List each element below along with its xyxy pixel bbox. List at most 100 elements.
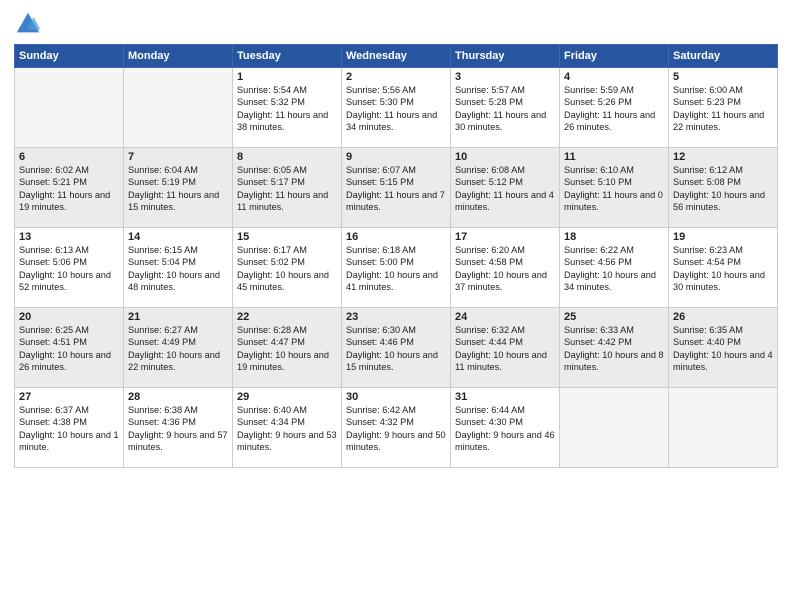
day-cell: 5Sunrise: 6:00 AMSunset: 5:23 PMDaylight… xyxy=(669,68,778,148)
day-info: Sunrise: 6:10 AMSunset: 5:10 PMDaylight:… xyxy=(564,164,664,214)
day-number: 29 xyxy=(237,391,337,403)
day-cell: 19Sunrise: 6:23 AMSunset: 4:54 PMDayligh… xyxy=(669,228,778,308)
day-cell: 8Sunrise: 6:05 AMSunset: 5:17 PMDaylight… xyxy=(233,148,342,228)
day-number: 13 xyxy=(19,231,119,243)
day-info: Sunrise: 6:27 AMSunset: 4:49 PMDaylight:… xyxy=(128,324,228,374)
logo-icon xyxy=(14,10,42,38)
day-number: 7 xyxy=(128,151,228,163)
day-info: Sunrise: 6:20 AMSunset: 4:58 PMDaylight:… xyxy=(455,244,555,294)
day-info: Sunrise: 5:56 AMSunset: 5:30 PMDaylight:… xyxy=(346,84,446,134)
day-info: Sunrise: 6:22 AMSunset: 4:56 PMDaylight:… xyxy=(564,244,664,294)
day-info: Sunrise: 6:00 AMSunset: 5:23 PMDaylight:… xyxy=(673,84,773,134)
day-number: 14 xyxy=(128,231,228,243)
day-info: Sunrise: 6:37 AMSunset: 4:38 PMDaylight:… xyxy=(19,404,119,454)
weekday-header-friday: Friday xyxy=(560,45,669,68)
day-number: 30 xyxy=(346,391,446,403)
day-number: 17 xyxy=(455,231,555,243)
day-number: 26 xyxy=(673,311,773,323)
day-info: Sunrise: 6:35 AMSunset: 4:40 PMDaylight:… xyxy=(673,324,773,374)
day-cell xyxy=(669,388,778,468)
day-number: 6 xyxy=(19,151,119,163)
day-cell: 14Sunrise: 6:15 AMSunset: 5:04 PMDayligh… xyxy=(124,228,233,308)
day-number: 19 xyxy=(673,231,773,243)
day-cell: 27Sunrise: 6:37 AMSunset: 4:38 PMDayligh… xyxy=(15,388,124,468)
day-cell: 15Sunrise: 6:17 AMSunset: 5:02 PMDayligh… xyxy=(233,228,342,308)
day-info: Sunrise: 6:42 AMSunset: 4:32 PMDaylight:… xyxy=(346,404,446,454)
calendar-table: SundayMondayTuesdayWednesdayThursdayFrid… xyxy=(14,44,778,468)
day-cell xyxy=(124,68,233,148)
weekday-header-row: SundayMondayTuesdayWednesdayThursdayFrid… xyxy=(15,45,778,68)
day-cell: 30Sunrise: 6:42 AMSunset: 4:32 PMDayligh… xyxy=(342,388,451,468)
day-cell: 6Sunrise: 6:02 AMSunset: 5:21 PMDaylight… xyxy=(15,148,124,228)
day-info: Sunrise: 6:17 AMSunset: 5:02 PMDaylight:… xyxy=(237,244,337,294)
day-cell: 21Sunrise: 6:27 AMSunset: 4:49 PMDayligh… xyxy=(124,308,233,388)
week-row-5: 27Sunrise: 6:37 AMSunset: 4:38 PMDayligh… xyxy=(15,388,778,468)
day-info: Sunrise: 6:28 AMSunset: 4:47 PMDaylight:… xyxy=(237,324,337,374)
day-info: Sunrise: 5:54 AMSunset: 5:32 PMDaylight:… xyxy=(237,84,337,134)
weekday-header-thursday: Thursday xyxy=(451,45,560,68)
calendar-page: SundayMondayTuesdayWednesdayThursdayFrid… xyxy=(0,0,792,612)
day-cell: 23Sunrise: 6:30 AMSunset: 4:46 PMDayligh… xyxy=(342,308,451,388)
day-info: Sunrise: 6:05 AMSunset: 5:17 PMDaylight:… xyxy=(237,164,337,214)
day-number: 28 xyxy=(128,391,228,403)
day-info: Sunrise: 6:13 AMSunset: 5:06 PMDaylight:… xyxy=(19,244,119,294)
day-cell: 9Sunrise: 6:07 AMSunset: 5:15 PMDaylight… xyxy=(342,148,451,228)
day-number: 5 xyxy=(673,71,773,83)
day-number: 3 xyxy=(455,71,555,83)
week-row-4: 20Sunrise: 6:25 AMSunset: 4:51 PMDayligh… xyxy=(15,308,778,388)
day-info: Sunrise: 6:02 AMSunset: 5:21 PMDaylight:… xyxy=(19,164,119,214)
day-number: 1 xyxy=(237,71,337,83)
day-cell: 22Sunrise: 6:28 AMSunset: 4:47 PMDayligh… xyxy=(233,308,342,388)
weekday-header-monday: Monday xyxy=(124,45,233,68)
weekday-header-sunday: Sunday xyxy=(15,45,124,68)
day-number: 27 xyxy=(19,391,119,403)
day-cell: 28Sunrise: 6:38 AMSunset: 4:36 PMDayligh… xyxy=(124,388,233,468)
day-cell: 26Sunrise: 6:35 AMSunset: 4:40 PMDayligh… xyxy=(669,308,778,388)
day-info: Sunrise: 6:32 AMSunset: 4:44 PMDaylight:… xyxy=(455,324,555,374)
logo xyxy=(14,10,44,38)
day-cell: 7Sunrise: 6:04 AMSunset: 5:19 PMDaylight… xyxy=(124,148,233,228)
day-cell xyxy=(15,68,124,148)
day-cell: 3Sunrise: 5:57 AMSunset: 5:28 PMDaylight… xyxy=(451,68,560,148)
day-cell: 12Sunrise: 6:12 AMSunset: 5:08 PMDayligh… xyxy=(669,148,778,228)
week-row-3: 13Sunrise: 6:13 AMSunset: 5:06 PMDayligh… xyxy=(15,228,778,308)
day-cell: 2Sunrise: 5:56 AMSunset: 5:30 PMDaylight… xyxy=(342,68,451,148)
day-number: 4 xyxy=(564,71,664,83)
day-number: 2 xyxy=(346,71,446,83)
day-cell: 31Sunrise: 6:44 AMSunset: 4:30 PMDayligh… xyxy=(451,388,560,468)
page-header xyxy=(14,10,778,38)
day-number: 22 xyxy=(237,311,337,323)
day-number: 18 xyxy=(564,231,664,243)
day-number: 12 xyxy=(673,151,773,163)
day-cell: 10Sunrise: 6:08 AMSunset: 5:12 PMDayligh… xyxy=(451,148,560,228)
day-info: Sunrise: 6:08 AMSunset: 5:12 PMDaylight:… xyxy=(455,164,555,214)
day-cell: 20Sunrise: 6:25 AMSunset: 4:51 PMDayligh… xyxy=(15,308,124,388)
day-info: Sunrise: 6:33 AMSunset: 4:42 PMDaylight:… xyxy=(564,324,664,374)
week-row-1: 1Sunrise: 5:54 AMSunset: 5:32 PMDaylight… xyxy=(15,68,778,148)
day-number: 24 xyxy=(455,311,555,323)
day-number: 31 xyxy=(455,391,555,403)
day-cell: 25Sunrise: 6:33 AMSunset: 4:42 PMDayligh… xyxy=(560,308,669,388)
day-info: Sunrise: 6:38 AMSunset: 4:36 PMDaylight:… xyxy=(128,404,228,454)
day-number: 11 xyxy=(564,151,664,163)
day-number: 21 xyxy=(128,311,228,323)
day-info: Sunrise: 6:18 AMSunset: 5:00 PMDaylight:… xyxy=(346,244,446,294)
day-number: 23 xyxy=(346,311,446,323)
day-number: 10 xyxy=(455,151,555,163)
day-number: 25 xyxy=(564,311,664,323)
weekday-header-wednesday: Wednesday xyxy=(342,45,451,68)
day-number: 15 xyxy=(237,231,337,243)
day-info: Sunrise: 6:40 AMSunset: 4:34 PMDaylight:… xyxy=(237,404,337,454)
day-cell xyxy=(560,388,669,468)
day-info: Sunrise: 5:59 AMSunset: 5:26 PMDaylight:… xyxy=(564,84,664,134)
day-cell: 17Sunrise: 6:20 AMSunset: 4:58 PMDayligh… xyxy=(451,228,560,308)
day-number: 16 xyxy=(346,231,446,243)
weekday-header-saturday: Saturday xyxy=(669,45,778,68)
day-info: Sunrise: 6:44 AMSunset: 4:30 PMDaylight:… xyxy=(455,404,555,454)
day-cell: 16Sunrise: 6:18 AMSunset: 5:00 PMDayligh… xyxy=(342,228,451,308)
day-cell: 13Sunrise: 6:13 AMSunset: 5:06 PMDayligh… xyxy=(15,228,124,308)
week-row-2: 6Sunrise: 6:02 AMSunset: 5:21 PMDaylight… xyxy=(15,148,778,228)
day-cell: 11Sunrise: 6:10 AMSunset: 5:10 PMDayligh… xyxy=(560,148,669,228)
day-cell: 24Sunrise: 6:32 AMSunset: 4:44 PMDayligh… xyxy=(451,308,560,388)
day-number: 8 xyxy=(237,151,337,163)
